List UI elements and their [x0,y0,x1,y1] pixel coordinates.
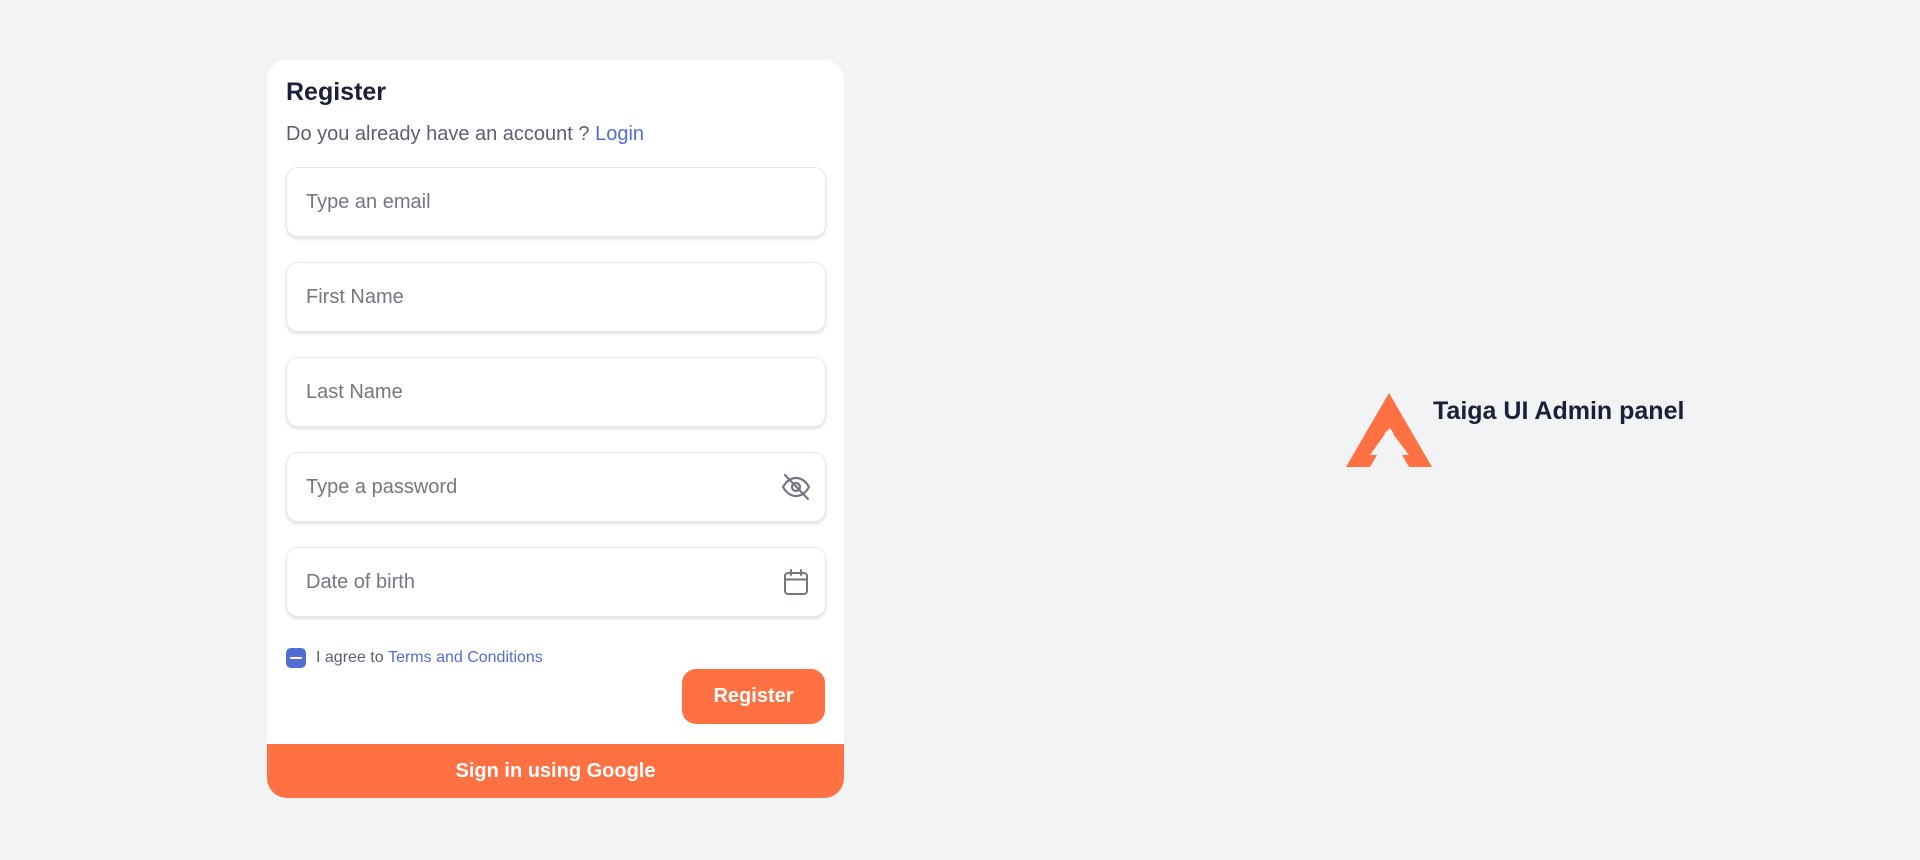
terms-agreement: I agree to Terms and Conditions [286,648,543,668]
login-link[interactable]: Login [595,123,644,145]
brand: Taiga UI Admin panel [1346,393,1684,472]
first-name-field[interactable] [286,262,826,332]
date-of-birth-field[interactable] [286,547,826,617]
register-title: Register [286,78,387,106]
register-form: Register Do you already have an account … [267,60,844,617]
eye-off-icon[interactable] [780,471,812,503]
register-button[interactable]: Register [682,669,825,724]
last-name-field[interactable] [286,357,826,427]
agree-text: I agree to [316,649,384,666]
brand-title: Taiga UI Admin panel [1433,397,1685,425]
login-prompt: Do you already have an account ? Login [286,121,825,147]
terms-checkbox[interactable] [286,648,306,668]
date-of-birth-input[interactable] [287,548,825,616]
last-name-input[interactable] [287,358,825,426]
indeterminate-mark-icon [290,656,302,660]
password-field[interactable] [286,452,826,522]
taiga-logo-icon [1346,393,1432,472]
email-field[interactable] [286,167,826,237]
register-card: Register Do you already have an account … [267,60,844,798]
first-name-input[interactable] [287,263,825,331]
password-input[interactable] [287,453,825,521]
login-prompt-text: Do you already have an account ? [286,123,596,145]
calendar-icon[interactable] [780,566,812,598]
google-sign-in-button[interactable]: Sign in using Google [267,744,844,798]
terms-link[interactable]: Terms and Conditions [388,649,543,667]
email-input[interactable] [287,168,825,236]
